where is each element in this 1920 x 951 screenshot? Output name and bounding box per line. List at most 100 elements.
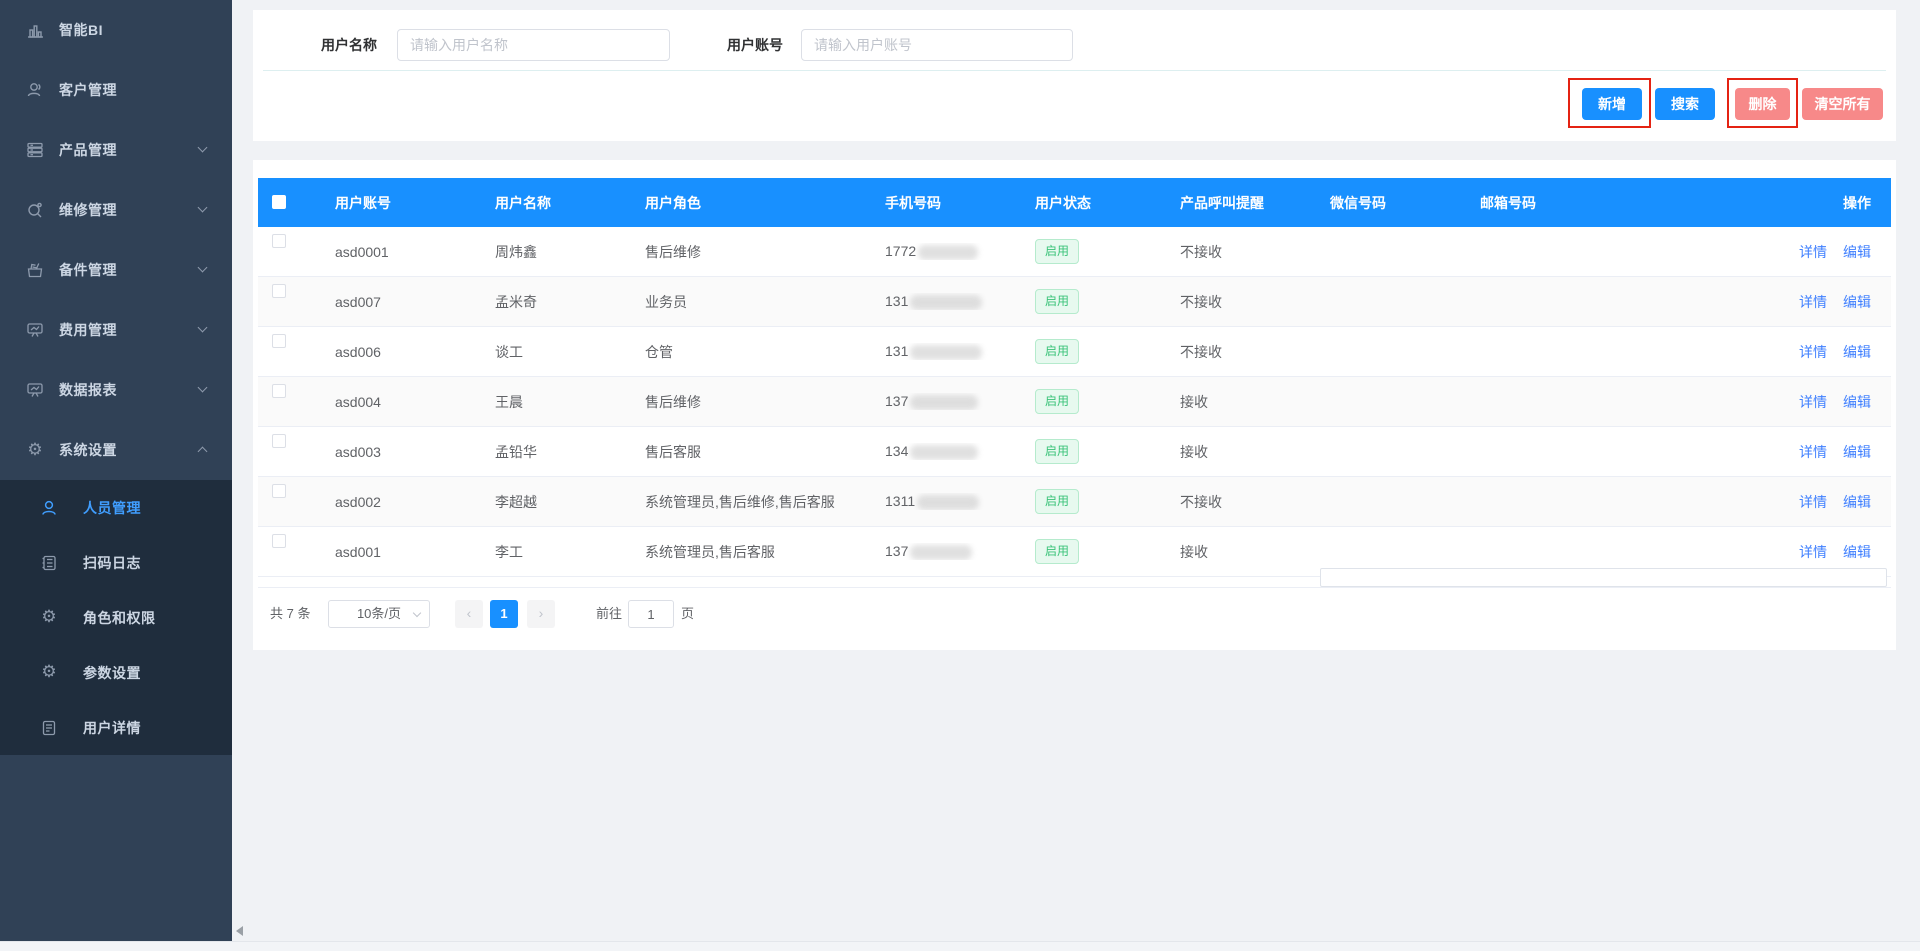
sidebar-item-label: 产品管理: [59, 140, 117, 160]
sidebar-item-label: 数据报表: [59, 380, 117, 400]
status-badge: 启用: [1035, 239, 1079, 263]
edit-link[interactable]: 编辑: [1843, 244, 1871, 260]
column-header-status: 用户状态: [1020, 193, 1165, 213]
submenu-item-scan-log[interactable]: 扫码日志: [0, 535, 232, 590]
cell-name: 李工: [480, 542, 630, 562]
row-checkbox[interactable]: [272, 334, 286, 348]
row-checkbox[interactable]: [272, 234, 286, 248]
edit-link[interactable]: 编辑: [1843, 294, 1871, 310]
status-badge: 启用: [1035, 539, 1079, 563]
table-row: asd006 谈工 仓管 131 启用 不接收 详情编辑: [258, 327, 1891, 377]
prev-page-button[interactable]: ‹: [455, 600, 483, 628]
chevron-down-icon: [413, 609, 421, 617]
status-badge: 启用: [1035, 489, 1079, 513]
submenu-item-roles-permissions[interactable]: ⚙ 角色和权限: [0, 590, 232, 645]
sidebar-item-expense-mgmt[interactable]: 费用管理: [0, 300, 232, 360]
next-page-button[interactable]: ›: [527, 600, 555, 628]
phone-redaction: [917, 495, 979, 510]
submenu-item-user-detail[interactable]: 用户详情: [0, 700, 232, 755]
current-page-button[interactable]: 1: [490, 600, 518, 628]
submenu-item-label: 扫码日志: [83, 553, 141, 573]
edit-link[interactable]: 编辑: [1843, 544, 1871, 560]
goto-page-input[interactable]: [628, 600, 674, 628]
search-button[interactable]: 搜索: [1655, 88, 1715, 120]
status-badge: 启用: [1035, 339, 1079, 363]
row-checkbox[interactable]: [272, 434, 286, 448]
submenu-item-label: 参数设置: [83, 663, 141, 683]
delete-button[interactable]: 删除: [1735, 88, 1790, 120]
submenu-item-parameter-settings[interactable]: ⚙ 参数设置: [0, 645, 232, 700]
sidebar-item-data-reports[interactable]: 数据报表: [0, 360, 232, 420]
edit-link[interactable]: 编辑: [1843, 444, 1871, 460]
cell-call-notify: 不接收: [1165, 342, 1315, 362]
row-checkbox[interactable]: [272, 284, 286, 298]
column-header-call-notify: 产品呼叫提醒: [1165, 193, 1315, 213]
table-bottom-border: [258, 587, 1891, 588]
page-size-select[interactable]: 10条/页: [328, 600, 430, 628]
sidebar-item-label: 维修管理: [59, 200, 117, 220]
cell-name: 孟铅华: [480, 442, 630, 462]
detail-link[interactable]: 详情: [1799, 494, 1827, 510]
table-header-row: 用户账号 用户名称 用户角色 手机号码 用户状态 产品呼叫提醒 微信号码 邮箱号…: [258, 178, 1891, 227]
sidebar-item-label: 客户管理: [59, 80, 117, 100]
edit-link[interactable]: 编辑: [1843, 344, 1871, 360]
users-icon: [26, 81, 44, 99]
page-suffix-label: 页: [681, 600, 694, 628]
user-account-input[interactable]: [801, 29, 1073, 61]
phone-redaction: [910, 445, 978, 460]
hscroll-left-arrow-icon[interactable]: [236, 926, 243, 936]
horizontal-scrollbar-track[interactable]: [0, 941, 1920, 951]
detail-link[interactable]: 详情: [1799, 394, 1827, 410]
edit-link[interactable]: 编辑: [1843, 494, 1871, 510]
cell-phone: 137: [870, 393, 1020, 410]
cell-call-notify: 接收: [1165, 442, 1315, 462]
cell-call-notify: 不接收: [1165, 292, 1315, 312]
cell-role: 系统管理员,售后维修,售后客服: [630, 492, 870, 512]
sidebar-item-spare-parts-mgmt[interactable]: 备件管理: [0, 240, 232, 300]
sidebar-item-product-mgmt[interactable]: 产品管理: [0, 120, 232, 180]
sidebar-item-system-settings[interactable]: ⚙ 系统设置: [0, 420, 232, 480]
gear-icon: ⚙: [26, 441, 44, 459]
phone-redaction: [910, 395, 978, 410]
submenu-item-label: 用户详情: [83, 718, 141, 738]
sidebar-item-customer-mgmt[interactable]: 客户管理: [0, 60, 232, 120]
row-checkbox[interactable]: [272, 534, 286, 548]
cell-phone: 1772: [870, 243, 1020, 260]
user-name-label: 用户名称: [321, 29, 377, 61]
detail-link[interactable]: 详情: [1799, 444, 1827, 460]
sidebar-item-label: 智能BI: [59, 20, 103, 40]
row-checkbox[interactable]: [272, 484, 286, 498]
goto-label: 前往: [596, 600, 622, 628]
cell-name: 王晨: [480, 392, 630, 412]
detail-link[interactable]: 详情: [1799, 294, 1827, 310]
status-badge: 启用: [1035, 389, 1079, 413]
cell-role: 售后维修: [630, 392, 870, 412]
users-table: 用户账号 用户名称 用户角色 手机号码 用户状态 产品呼叫提醒 微信号码 邮箱号…: [258, 178, 1891, 577]
presentation-chart-icon: [26, 321, 44, 339]
select-all-checkbox[interactable]: [272, 195, 286, 209]
clear-all-button[interactable]: 清空所有: [1802, 88, 1883, 120]
main-content: 用户名称 用户账号 新增 搜索 删除 清空所有 用户账号 用户名称 用户角色 手…: [232, 0, 1920, 951]
cell-name: 谈工: [480, 342, 630, 362]
submenu-item-personnel-mgmt[interactable]: 人员管理: [0, 480, 232, 535]
sidebar-item-repair-mgmt[interactable]: 维修管理: [0, 180, 232, 240]
row-checkbox[interactable]: [272, 384, 286, 398]
cell-call-notify: 接收: [1165, 542, 1315, 562]
document-icon: [40, 719, 58, 737]
add-button[interactable]: 新增: [1582, 88, 1642, 120]
detail-link[interactable]: 详情: [1799, 344, 1827, 360]
detail-link[interactable]: 详情: [1799, 244, 1827, 260]
sidebar-item-smart-bi[interactable]: 智能BI: [0, 0, 232, 60]
edit-link[interactable]: 编辑: [1843, 394, 1871, 410]
column-header-name: 用户名称: [480, 193, 630, 213]
detail-link[interactable]: 详情: [1799, 544, 1827, 560]
filter-card: 用户名称 用户账号 新增 搜索 删除 清空所有: [253, 10, 1896, 141]
cell-role: 系统管理员,售后客服: [630, 542, 870, 562]
magnifier-icon: [26, 201, 44, 219]
user-name-input[interactable]: [397, 29, 670, 61]
column-header-ops: 操作: [1781, 193, 1891, 213]
table-row: asd0001 周炜鑫 售后维修 1772 启用 不接收 详情编辑: [258, 227, 1891, 277]
bar-chart-icon: [26, 21, 44, 39]
system-settings-submenu: 人员管理 扫码日志 ⚙ 角色和权限 ⚙ 参数设置 用户详情: [0, 480, 232, 755]
cell-account: asd0001: [320, 244, 480, 260]
